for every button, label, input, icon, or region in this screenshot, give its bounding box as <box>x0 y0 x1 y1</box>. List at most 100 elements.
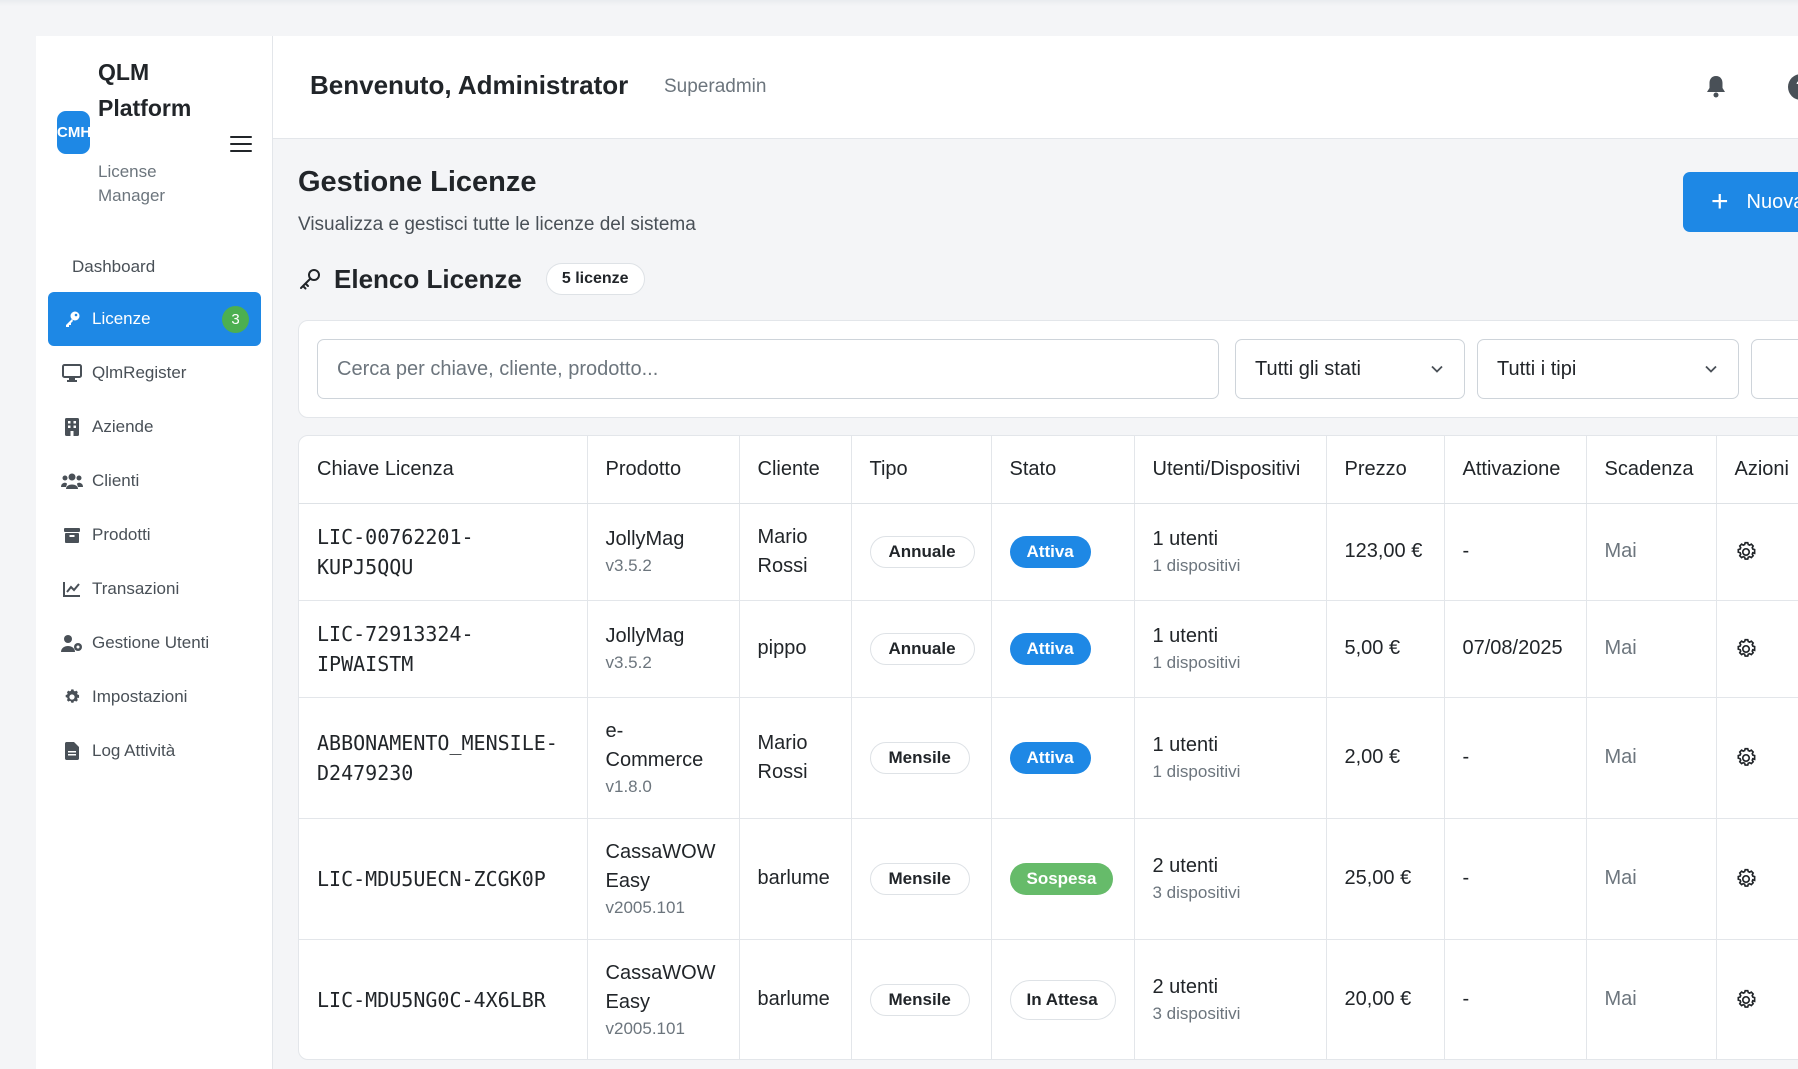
activation-date: - <box>1462 867 1470 889</box>
sidebar-item-licenze[interactable]: Licenze 3 <box>48 292 261 346</box>
activation-date: - <box>1462 540 1470 562</box>
bell-icon[interactable] <box>1705 74 1729 100</box>
table-header-row: Chiave Licenza Prodotto Cliente Tipo Sta… <box>299 436 1798 504</box>
gear-icon <box>60 687 84 707</box>
welcome-text: Benvenuto, Administrator <box>310 70 629 100</box>
activation-date: - <box>1462 988 1470 1010</box>
licenses-table: Chiave Licenza Prodotto Cliente Tipo Sta… <box>299 436 1798 1059</box>
sidebar-item-label: Licenze <box>92 309 151 328</box>
sidebar-item-clienti[interactable]: Clienti <box>48 454 261 508</box>
product-name: e-Commerce <box>605 719 704 771</box>
sidebar-item-label: Prodotti <box>92 525 151 544</box>
product-version: v2005.101 <box>605 897 685 917</box>
type-select[interactable]: Tutti i tipi <box>1477 339 1739 399</box>
search-input[interactable] <box>317 339 1219 399</box>
brand: CMH QLM Platform License Manager <box>52 54 262 205</box>
column-header[interactable]: Scadenza <box>1586 436 1717 504</box>
sidebar-item-log-attivita[interactable]: Log Attività <box>48 724 261 778</box>
column-header[interactable]: Stato <box>991 436 1135 504</box>
column-header[interactable]: Chiave Licenza <box>299 436 588 504</box>
table-row[interactable]: LIC-MDU5UECN-ZCGK0P CassaWOW Easy v2005.1… <box>299 818 1798 940</box>
brand-title: QLM Platform <box>98 59 192 121</box>
users-count: 1 utenti <box>1152 734 1219 756</box>
menu-toggle-icon[interactable] <box>230 136 252 152</box>
gear-icon[interactable] <box>1735 541 1757 563</box>
extra-filter-select[interactable] <box>1751 339 1798 399</box>
expiry-date: Mai <box>1604 540 1637 562</box>
licenses-table-card: Chiave Licenza Prodotto Cliente Tipo Sta… <box>298 435 1798 1060</box>
devices-count: 3 dispositivi <box>1152 1004 1241 1023</box>
client-name: Mario Rossi <box>757 731 808 783</box>
monitor-icon <box>60 363 84 383</box>
gear-icon[interactable] <box>1735 868 1757 890</box>
activation-date: 07/08/2025 <box>1462 637 1563 659</box>
table-row[interactable]: LIC-00762201-KUPJ5QQU JollyMag v3.5.2 Mar… <box>299 503 1798 601</box>
file-icon <box>60 741 84 761</box>
sidebar-item-gestione-utenti[interactable]: Gestione Utenti <box>48 616 261 670</box>
column-header[interactable]: Prezzo <box>1326 436 1445 504</box>
sidebar-item-label: Aziende <box>92 417 154 436</box>
licenze-count-badge: 3 <box>222 306 249 333</box>
sidebar-item-label: Log Attività <box>92 741 176 760</box>
devices-count: 1 dispositivi <box>1152 762 1241 781</box>
product-version: v3.5.2 <box>605 653 652 672</box>
users-count: 2 utenti <box>1152 976 1219 998</box>
chevron-down-icon <box>1705 365 1717 373</box>
product-version: v1.8.0 <box>605 776 652 796</box>
help-icon[interactable]: ? <box>1788 74 1798 100</box>
client-name: Mario Rossi <box>757 525 808 577</box>
sidebar-item-label: Gestione Utenti <box>92 633 210 652</box>
sidebar: CMH QLM Platform License Manager Dashboa… <box>36 36 273 1069</box>
sidebar-item-impostazioni[interactable]: Impostazioni <box>48 670 261 724</box>
license-key: LIC-72913324-IPWAISTM <box>317 621 474 676</box>
sidebar-item-label: Transazioni <box>92 579 180 598</box>
type-badge: Mensile <box>869 983 970 1016</box>
devices-count: 1 dispositivi <box>1152 556 1241 575</box>
table-row[interactable]: LIC-72913324-IPWAISTM JollyMag v3.5.2 pip… <box>299 600 1798 698</box>
client-name: barlume <box>757 988 830 1010</box>
sidebar-nav: Dashboard Licenze 3 QlmRegister Aziende <box>48 242 261 778</box>
new-license-label: Nuova <box>1746 190 1798 213</box>
column-header[interactable]: Cliente <box>739 436 852 504</box>
gear-icon[interactable] <box>1735 989 1757 1011</box>
sidebar-item-prodotti[interactable]: Prodotti <box>48 508 261 562</box>
devices-count: 1 dispositivi <box>1152 653 1241 672</box>
brand-subtitle: License Manager <box>98 162 166 205</box>
license-key: LIC-00762201-KUPJ5QQU <box>317 524 474 579</box>
sidebar-item-transazioni[interactable]: Transazioni <box>48 562 261 616</box>
status-badge: In Attesa <box>1009 979 1116 1020</box>
table-row[interactable]: ABBONAMENTO_MENSILE-D2479230 e-Commerce v… <box>299 697 1798 819</box>
sidebar-item-qlmregister[interactable]: QlmRegister <box>48 346 261 400</box>
table-row[interactable]: LIC-MDU5NG0C-4X6LBR CassaWOW Easy v2005.1… <box>299 939 1798 1059</box>
status-badge: Sospesa <box>1009 862 1114 895</box>
column-header[interactable]: Utenti/Dispositivi <box>1134 436 1327 504</box>
new-license-button[interactable]: + Nuova <box>1683 172 1798 232</box>
users-count: 1 utenti <box>1152 528 1219 550</box>
column-header[interactable]: Attivazione <box>1444 436 1587 504</box>
list-title: Elenco Licenze <box>334 263 522 294</box>
gear-icon[interactable] <box>1735 638 1757 660</box>
plus-icon: + <box>1711 185 1729 218</box>
devices-count: 3 dispositivi <box>1152 883 1241 902</box>
column-header[interactable]: Prodotto <box>587 436 740 504</box>
product-name: JollyMag <box>605 528 685 550</box>
sidebar-item-dashboard[interactable]: Dashboard <box>48 242 261 292</box>
page-title: Gestione Licenze <box>298 166 537 198</box>
box-icon <box>60 525 84 545</box>
type-badge: Annuale <box>869 535 975 568</box>
page-subtitle: Visualizza e gestisci tutte le licenze d… <box>298 214 696 235</box>
price: 25,00 € <box>1344 867 1412 889</box>
column-header: Azioni <box>1716 436 1798 504</box>
column-header[interactable]: Tipo <box>851 436 992 504</box>
sidebar-item-aziende[interactable]: Aziende <box>48 400 261 454</box>
chevron-down-icon <box>1431 365 1443 373</box>
chart-line-icon <box>60 579 84 599</box>
expiry-date: Mai <box>1604 988 1637 1010</box>
users-count: 1 utenti <box>1152 625 1219 647</box>
type-badge: Annuale <box>869 632 975 665</box>
price: 2,00 € <box>1344 746 1401 768</box>
product-name: JollyMag <box>605 625 685 647</box>
status-select[interactable]: Tutti gli stati <box>1235 339 1465 399</box>
gear-icon[interactable] <box>1735 747 1757 769</box>
client-name: barlume <box>757 867 830 889</box>
